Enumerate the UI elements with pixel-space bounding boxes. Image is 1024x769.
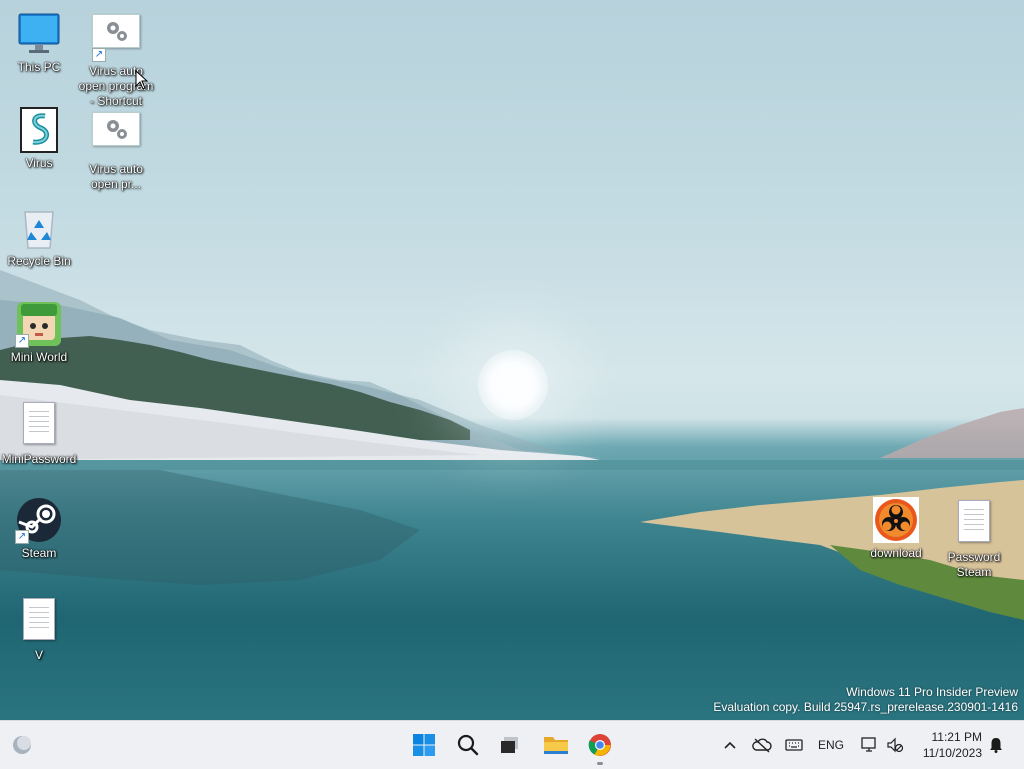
search-icon bbox=[457, 734, 479, 756]
desktop-icon-download[interactable]: download bbox=[858, 496, 934, 561]
show-hidden-icons-button[interactable] bbox=[720, 733, 740, 757]
monitor-icon bbox=[15, 10, 63, 58]
language-label: ENG bbox=[817, 738, 844, 752]
volume-button[interactable] bbox=[884, 733, 906, 757]
task-view-icon bbox=[501, 737, 518, 753]
desktop-icon-label: Virus bbox=[25, 156, 53, 170]
clock-date: 11/10/2023 bbox=[922, 746, 982, 760]
running-indicator bbox=[597, 762, 603, 765]
weather-widget-icon bbox=[13, 736, 31, 754]
chrome-icon bbox=[588, 734, 611, 756]
script-file-icon bbox=[15, 106, 63, 154]
taskbar: ENG 11:21 PM 11/10/2023 bbox=[0, 720, 1024, 769]
cloud-offline-icon bbox=[752, 738, 772, 753]
mini-world-game-icon: ↗ bbox=[15, 300, 63, 348]
watermark-line-1: Windows 11 Pro Insider Preview bbox=[846, 685, 1018, 699]
text-document-icon bbox=[15, 402, 63, 450]
touch-keyboard-button[interactable] bbox=[782, 733, 806, 757]
folder-icon bbox=[544, 737, 568, 754]
desktop-icon-label: Steam bbox=[21, 546, 57, 560]
bell-icon bbox=[990, 738, 1002, 753]
network-monitor-icon bbox=[861, 737, 876, 752]
windows-logo-icon bbox=[413, 734, 435, 756]
text-document-icon bbox=[950, 500, 998, 548]
volume-muted-icon bbox=[887, 737, 904, 753]
steam-icon: ↗ bbox=[15, 496, 63, 544]
shortcut-arrow-icon: ↗ bbox=[92, 48, 106, 62]
desktop-icon-label: download bbox=[870, 546, 922, 560]
desktop-icon-label: Mini World bbox=[10, 350, 68, 364]
search-button[interactable] bbox=[452, 729, 484, 761]
desktop-icon-label: V bbox=[34, 648, 43, 662]
desktop-icon-mini-world[interactable]: ↗ Mini World bbox=[1, 300, 77, 365]
text-document-icon bbox=[15, 598, 63, 646]
chrome-button[interactable] bbox=[584, 729, 616, 765]
desktop-icon-label: Recycle Bin bbox=[7, 254, 71, 268]
desktop-icon-this-pc[interactable]: This PC bbox=[1, 10, 77, 75]
sun bbox=[478, 350, 548, 420]
desktop-icon-label: This PC bbox=[17, 60, 61, 74]
shortcut-arrow-icon: ↗ bbox=[15, 334, 29, 348]
recycle-bin-icon bbox=[15, 204, 63, 252]
onedrive-tray-button[interactable] bbox=[750, 733, 774, 757]
keyboard-icon bbox=[785, 739, 803, 751]
network-button[interactable] bbox=[858, 733, 880, 757]
watermark-line-2: Evaluation copy. Build 25947.rs_prerelea… bbox=[713, 700, 1018, 714]
desktop-icon-minipassword[interactable]: MiniPassword bbox=[1, 398, 77, 467]
weather-widget-button[interactable] bbox=[6, 729, 38, 761]
desktop-icon-label: Password Steam bbox=[947, 550, 1001, 579]
desktop-icon-virus[interactable]: Virus bbox=[1, 106, 77, 171]
desktop-icon-recycle-bin[interactable]: Recycle Bin bbox=[1, 204, 77, 269]
desktop-icon-label: Virus auto open pr... bbox=[89, 162, 143, 191]
clock-time: 11:21 PM bbox=[931, 730, 982, 744]
chevron-up-icon bbox=[724, 741, 736, 749]
system-clock[interactable]: 11:21 PM 11/10/2023 bbox=[923, 729, 982, 761]
settings-gear-file-icon bbox=[92, 112, 140, 160]
desktop-icon-virus-auto-open[interactable]: Virus auto open pr... bbox=[78, 108, 154, 192]
task-view-button[interactable] bbox=[494, 729, 526, 761]
notifications-button[interactable] bbox=[986, 733, 1006, 757]
file-explorer-button[interactable] bbox=[540, 729, 572, 761]
biohazard-icon bbox=[872, 496, 920, 544]
mouse-cursor-icon bbox=[135, 69, 149, 95]
desktop-icon-label: MiniPassword bbox=[1, 452, 77, 466]
desktop-icon-steam[interactable]: ↗ Steam bbox=[1, 496, 77, 561]
evaluation-watermark: Windows 11 Pro Insider Preview Evaluatio… bbox=[713, 685, 1018, 715]
desktop-icon-password-steam[interactable]: Password Steam bbox=[936, 496, 1012, 580]
settings-gear-file-icon: ↗ bbox=[92, 14, 140, 62]
start-button[interactable] bbox=[408, 729, 440, 761]
shortcut-arrow-icon: ↗ bbox=[15, 530, 29, 544]
desktop-icon-v[interactable]: V bbox=[1, 594, 77, 663]
language-indicator[interactable]: ENG bbox=[814, 733, 848, 757]
